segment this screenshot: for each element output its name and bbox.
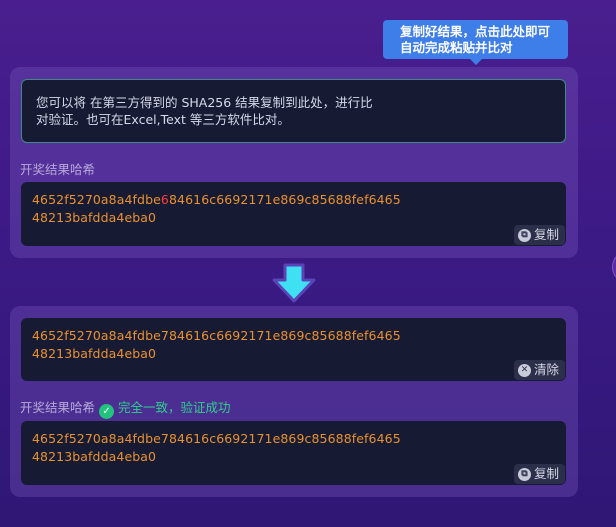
result-hash-box: 4652f5270a8a4fdbe784616c6692171e869c8568… <box>21 421 566 485</box>
result-hash-value: 4652f5270a8a4fdbe784616c6692171e869c8568… <box>21 421 566 466</box>
pasted-hash-value: 4652f5270a8a4fdbe784616c6692171e869c8568… <box>21 318 566 363</box>
hash-mismatch-char: 6 <box>160 192 169 207</box>
copy-button-label: 复制 <box>533 466 559 481</box>
result-hash-value: 4652f5270a8a4fdbe684616c6692171e869c8568… <box>21 182 566 227</box>
result-hash-label: 开奖结果哈希 <box>20 400 96 415</box>
arrow-down-icon <box>272 263 316 303</box>
paste-input-box[interactable]: 4652f5270a8a4fdbe784616c6692171e869c8568… <box>21 318 566 381</box>
hash-segment: 4652f5270a8a4fdbe <box>32 192 161 207</box>
close-circle-icon: ✕ <box>517 363 531 377</box>
result-hash-label-row: 开奖结果哈希 ✓ 完全一致，验证成功 <box>20 397 231 419</box>
copy-icon: ⧉ <box>517 228 531 242</box>
hash-line-1: 4652f5270a8a4fdbe784616c6692171e869c8568… <box>32 431 401 446</box>
pasted-hash-line-2: 48213bafdda4eba0 <box>32 346 157 361</box>
tooltip-line-1: 复制好结果，点击此处即可 <box>400 24 551 39</box>
info-text-line-1: 您可以将 在第三方得到的 SHA256 结果复制到此处，进行比 <box>36 95 373 110</box>
side-handle[interactable] <box>612 252 616 282</box>
verify-success-status: 完全一致，验证成功 <box>118 400 231 415</box>
verify-source-panel: 您可以将 在第三方得到的 SHA256 结果复制到此处，进行比 对验证。也可在E… <box>10 67 578 258</box>
copy-button[interactable]: ⧉ 复制 <box>513 464 565 484</box>
pasted-hash-line-1: 4652f5270a8a4fdbe784616c6692171e869c8568… <box>32 328 401 343</box>
copy-icon: ⧉ <box>517 467 531 481</box>
hash-line-2: 48213bafdda4eba0 <box>32 210 157 225</box>
copy-button[interactable]: ⧉ 复制 <box>513 225 565 245</box>
clear-button-label: 清除 <box>533 362 559 377</box>
paste-compare-tooltip[interactable]: 复制好结果，点击此处即可 自动完成粘贴并比对 <box>383 20 568 65</box>
check-circle-icon: ✓ <box>99 404 115 419</box>
clear-button[interactable]: ✕ 清除 <box>513 360 565 380</box>
tooltip-line-2: 自动完成粘贴并比对 <box>400 40 513 55</box>
info-textbox[interactable]: 您可以将 在第三方得到的 SHA256 结果复制到此处，进行比 对验证。也可在E… <box>21 79 566 143</box>
hash-segment: 84616c6692171e869c85688fef6465 <box>168 192 401 207</box>
info-text-line-2: 对验证。也可在Excel,Text 等三方软件比对。 <box>36 112 290 127</box>
result-hash-box: 4652f5270a8a4fdbe684616c6692171e869c8568… <box>21 182 566 246</box>
hash-line-2: 48213bafdda4eba0 <box>32 449 157 464</box>
result-hash-label: 开奖结果哈希 <box>20 162 96 177</box>
verify-result-panel: 4652f5270a8a4fdbe784616c6692171e869c8568… <box>10 306 578 497</box>
copy-button-label: 复制 <box>533 227 559 242</box>
